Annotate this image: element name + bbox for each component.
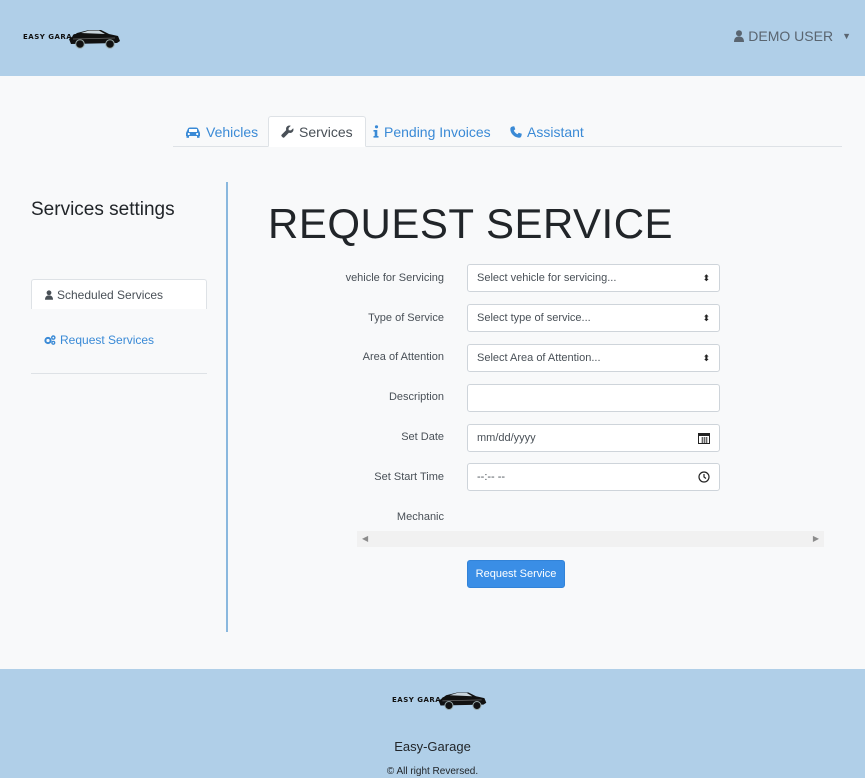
area-label: Area of Attention — [362, 351, 444, 363]
select-arrows-icon: ⬍ — [702, 352, 710, 363]
footer-site-name: Easy-Garage — [394, 739, 471, 754]
user-name: DEMO USER — [748, 28, 834, 44]
date-input[interactable]: mm/dd/yyyy — [467, 424, 720, 452]
mechanic-horizontal-scrollbar[interactable]: ◀ ▶ — [357, 531, 824, 547]
user-menu[interactable]: DEMO USER ▼ — [734, 28, 851, 44]
car-icon — [186, 127, 200, 138]
select-arrows-icon: ⬍ — [702, 272, 710, 283]
wrench-icon — [281, 125, 294, 138]
navbar: EASY GARAGE DEMO USER ▼ — [0, 0, 865, 76]
service-type-select[interactable]: Select type of service... ⬍ — [467, 304, 720, 332]
select-arrows-icon: ⬍ — [702, 312, 710, 323]
date-label: Set Date — [401, 431, 444, 443]
scroll-right-icon[interactable]: ▶ — [813, 534, 819, 543]
car-logo-icon — [69, 30, 120, 49]
service-type-label: Type of Service — [368, 312, 444, 324]
mechanic-label: Mechanic — [396, 511, 444, 523]
sidebar-item-label: Scheduled Services — [57, 287, 164, 302]
sidebar-item-scheduled-services[interactable]: Scheduled Services — [31, 279, 207, 309]
clock-icon[interactable] — [698, 471, 710, 483]
sidebar-divider — [31, 373, 207, 374]
info-icon — [373, 125, 379, 138]
brand-logo[interactable]: EASY GARAGE — [23, 22, 123, 54]
date-input-value: mm/dd/yyyy — [477, 432, 536, 444]
scroll-left-icon[interactable]: ◀ — [362, 534, 368, 543]
footer-copyright: © All right Reversed. — [386, 766, 479, 777]
page-title: REQUEST SERVICE — [268, 200, 674, 247]
service-type-select-value: Select type of service... — [477, 312, 591, 324]
main-tabs: Vehicles Services Pending Invoices Assis… — [173, 116, 842, 147]
vehicle-select[interactable]: Select vehicle for servicing... ⬍ — [467, 264, 720, 292]
start-time-label: Set Start Time — [374, 471, 444, 483]
area-select-value: Select Area of Attention... — [477, 352, 601, 364]
vehicle-label: vehicle for Servicing — [345, 272, 444, 284]
sidebar-item-label: Request Services — [60, 333, 155, 347]
footer-brand-logo: EASY GARAGE — [392, 685, 492, 715]
car-logo-icon — [438, 692, 487, 711]
tab-services[interactable]: Services — [268, 116, 366, 147]
tab-label: Assistant — [527, 123, 584, 140]
user-icon — [734, 30, 745, 42]
footer: EASY GARAGE Easy-Garage © All right Reve… — [0, 669, 865, 778]
tab-label: Services — [299, 123, 353, 140]
phone-icon — [510, 125, 522, 138]
tab-label: Vehicles — [206, 123, 259, 140]
start-time-input-value: --:-- -- — [477, 471, 506, 483]
request-service-button[interactable]: Request Service — [467, 560, 565, 588]
user-icon — [45, 289, 53, 300]
tab-label: Pending Invoices — [384, 123, 491, 140]
sidebar-item-request-services[interactable]: Request Services — [44, 333, 154, 347]
tab-vehicles[interactable]: Vehicles — [173, 116, 270, 147]
cogs-icon — [44, 335, 56, 345]
sidebar-title: Services settings — [31, 199, 175, 220]
calendar-icon[interactable] — [698, 432, 710, 444]
caret-down-icon: ▼ — [842, 31, 851, 41]
area-select[interactable]: Select Area of Attention... ⬍ — [467, 344, 720, 372]
tab-assistant[interactable]: Assistant — [498, 116, 596, 147]
start-time-input[interactable]: --:-- -- — [467, 463, 720, 491]
tab-pending-invoices[interactable]: Pending Invoices — [361, 116, 503, 147]
description-label: Description — [388, 391, 444, 403]
description-input[interactable] — [467, 384, 720, 412]
vehicle-select-value: Select vehicle for servicing... — [477, 272, 617, 284]
vertical-divider — [226, 182, 228, 632]
